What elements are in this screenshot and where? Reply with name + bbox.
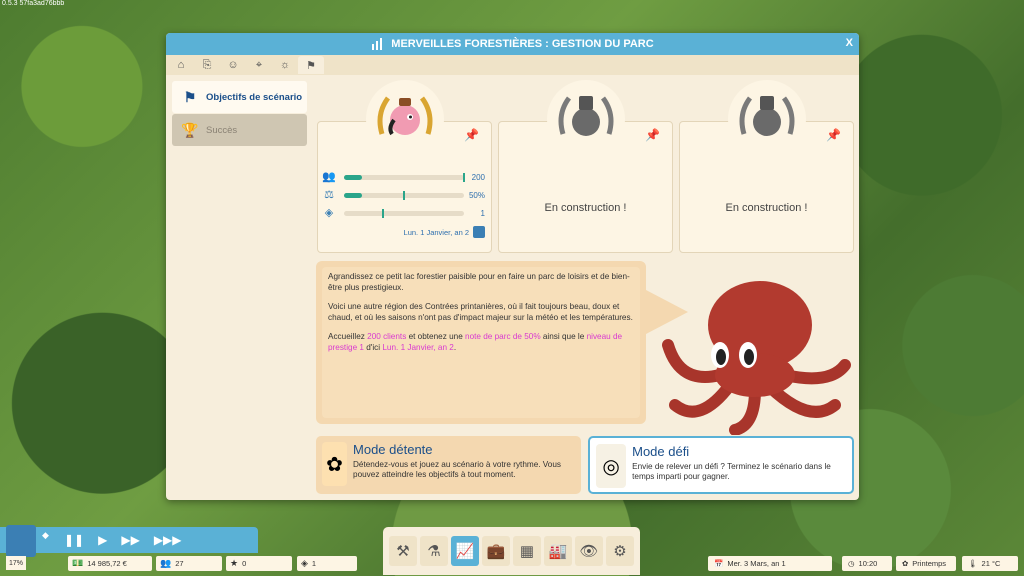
locked-badge [727,80,806,158]
park-management-icon[interactable]: 📈 [451,536,479,566]
briefcase-icon[interactable]: 💼 [482,536,510,566]
fast-forward-icon[interactable]: ▶▶ [121,533,139,547]
play-icon[interactable]: ▶ [98,533,107,547]
pin-icon[interactable]: 📌 [826,128,841,142]
construction-label: En construction ! [725,202,808,214]
objective-card-3: 📌 En construction ! [679,80,854,253]
park-status-icon[interactable] [6,525,36,557]
calendar-icon [473,226,485,238]
challenge-mode-text: Envie de relever un défi ? Terminez le s… [632,462,831,481]
ticket-icon[interactable]: ⎘ [194,56,220,74]
date-display[interactable]: 📅 Mer. 3 Mars, an 1 [708,556,832,571]
visitors-icon: 👥 [322,171,336,183]
close-button[interactable]: X [846,37,853,49]
relax-mode-text: Détendez-vous et jouez au scénario à vot… [353,460,562,479]
objective-card-1: 📌 👥 200 ⚖ 50% ◈ 1 Lun. 1 Janvier, an 2 [317,80,492,253]
crane-icon[interactable]: ⚒ [389,536,417,566]
deadline: Lun. 1 Janvier, an 2 [404,226,485,238]
clock-icon: ◷ [848,559,855,568]
objective-card-2: 📌 En construction ! [498,80,673,253]
target-icon: ◎ [596,444,627,488]
sidebar: ⚑ Objectifs de scénario 🏆 Succès [172,81,307,147]
prestige-display[interactable]: ◈ 1 [297,556,357,571]
gem-icon: ◆ [42,530,49,540]
rating-bar [344,190,464,200]
money-icon: 💵 [72,558,84,568]
stars-display[interactable]: ★ 0 [226,556,292,571]
checkered-flag-icon: ⚑ [183,88,197,105]
pin-icon[interactable]: 📌 [464,128,479,142]
tab-strip: ⌂ ⎘ ☺ ⌖ ☼ ⚑ [166,55,859,75]
research-flask-icon[interactable]: ⚗ [420,536,448,566]
flower-icon: ✿ [322,442,348,486]
fastest-forward-icon[interactable]: ▶▶▶ [154,533,182,547]
star-icon: ★ [230,558,239,568]
version-label: 0.5.3 57fa3ad76bbb [2,0,65,7]
objective-summary: Accueillez 200 clients et obtenez une no… [328,332,623,352]
flamingo-icon [377,96,432,136]
description-paragraph: Voici une autre région des Contrées prin… [328,302,633,322]
sidebar-item-achievements[interactable]: 🏆 Succès [172,114,307,146]
factory-icon[interactable]: 🏭 [544,536,572,566]
construction-label: En construction ! [544,202,627,214]
locked-badge [546,80,625,158]
attraction-icon[interactable]: ☼ [272,56,298,74]
flag-icon[interactable]: ⚑ [298,56,324,74]
season-display[interactable]: ✿ Printemps [896,556,956,571]
build-toolbar: ⚒ ⚗ 📈 💼 ▦ 🏭 👁 ⚙ [383,527,640,575]
terrain-icon[interactable]: ▦ [513,536,541,566]
window-title: MERVEILLES FORESTIÈRES : GESTION DU PARC [391,38,654,50]
challenge-mode-title: Mode défi [632,444,690,459]
temperature-display[interactable]: 🌡 21 °C [962,556,1018,571]
thermometer-icon: 🌡 [968,559,978,568]
prestige-bar [344,208,464,218]
bench-icon[interactable]: ⌂ [168,56,194,74]
staff-icon[interactable]: ☺ [220,56,246,74]
relax-mode-title: Mode détente [353,442,433,457]
octopus-mascot [662,281,851,435]
relax-mode-card[interactable]: ✿ Mode détente Détendez-vous et jouez au… [316,436,581,494]
trophy-icon: 🏆 [181,121,199,138]
map-icon[interactable]: ⌖ [246,56,272,74]
stat-visitors: 👥 200 [322,171,485,183]
chart-icon [372,38,383,50]
park-progress: 17% [6,556,26,570]
locked-animal-icon [739,96,794,136]
guests-display[interactable]: 👥 27 [156,556,222,571]
clock-display[interactable]: ◷ 10:20 [842,556,892,571]
sidebar-item-objectives[interactable]: ⚑ Objectifs de scénario [172,81,307,113]
window-titlebar: MERVEILLES FORESTIÈRES : GESTION DU PARC… [166,33,859,55]
speed-controls: ❚❚ ▶ ▶▶ ▶▶▶ [0,527,258,553]
description-paragraph: Agrandissez ce petit lac forestier paisi… [328,272,630,292]
stat-prestige: ◈ 1 [322,206,485,220]
stat-rating: ⚖ 50% [322,188,485,202]
pin-icon[interactable]: 📌 [645,128,660,142]
locked-animal-icon [558,96,613,136]
flower-icon: ✿ [902,559,909,568]
prestige-icon: ◈ [324,207,334,219]
view-eye-icon[interactable]: 👁 [575,536,603,566]
prestige-icon: ◈ [301,558,308,568]
scenario-description: Agrandissez ce petit lac forestier paisi… [316,261,646,424]
calendar-icon: 📅 [714,559,724,568]
rating-icon: ⚖ [324,189,334,201]
money-display[interactable]: 💵 14 985,72 € [68,556,152,571]
challenge-mode-card[interactable]: ◎ Mode défi Envie de relever un défi ? T… [588,436,854,494]
pause-icon[interactable]: ❚❚ [64,533,84,547]
visitors-bar [344,172,465,182]
flamingo-badge [365,80,444,158]
guests-icon: 👥 [160,558,172,568]
settings-gear-icon[interactable]: ⚙ [606,536,634,566]
